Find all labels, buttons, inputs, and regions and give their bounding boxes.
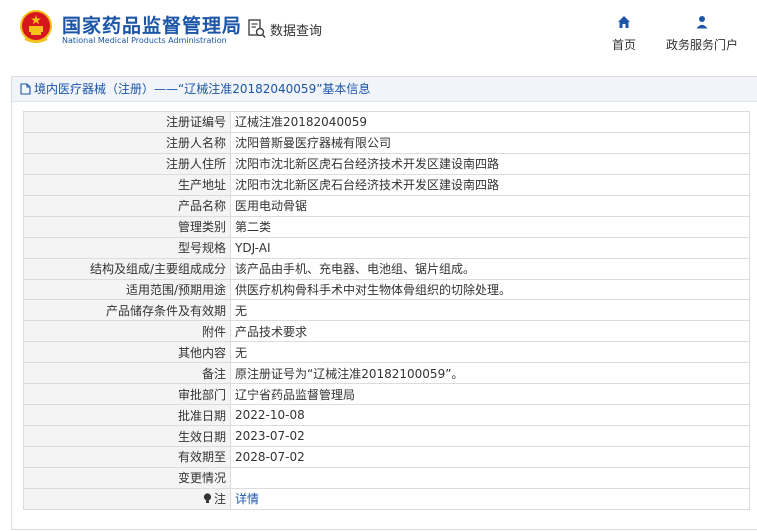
table-row: 生产地址 沈阳市沈北新区虎石台经济技术开发区建设南四路 [23,173,750,196]
site-title: 国家药品监督管理局 [62,15,243,37]
row-value: 辽械注准20182040059 [230,111,750,133]
row-value: YDJ-AⅠ [230,236,750,259]
row-label: 附件 [23,320,231,343]
row-label: 其他内容 [23,341,231,364]
row-label: 审批部门 [23,383,231,406]
table-row: 批准日期 2022-10-08 [23,404,750,427]
row-value: 2028-07-02 [230,446,750,468]
row-label: 批准日期 [23,404,231,427]
row-value: 沈阳市沈北新区虎石台经济技术开发区建设南四路 [230,173,750,196]
home-icon [618,16,630,28]
site-subtitle: National Medical Products Administration [62,36,227,45]
document-search-icon [248,19,266,39]
data-query-link[interactable]: 数据查询 [248,19,322,39]
nav-home[interactable]: 首页 [606,14,642,53]
nav-home-label: 首页 [611,38,636,52]
nav-service-label: 政务服务门户 [665,38,738,52]
row-label: 注册证编号 [23,111,231,133]
table-row: 产品储存条件及有效期无 [23,299,750,322]
table-row: 注册人名称 沈阳普斯曼医疗器械有限公司 [23,131,750,154]
table-row: 审批部门 辽宁省药品监督管理局 [23,383,750,406]
table-row: 生效日期 2023-07-02 [23,425,750,447]
row-label: 适用范围/预期用途 [23,278,231,301]
site-header: 国家药品监督管理局 National Medical Products Admi… [0,0,757,66]
row-label: 结构及组成/主要组成成分 [23,257,231,280]
panel-title-text: 境内医疗器械（注册）——“辽械注准20182040059”基本信息 [34,82,371,96]
row-value: 该产品由手机、充电器、电池组、锯片组成。 [230,257,750,280]
detail-panel: 境内医疗器械（注册）——“辽械注准20182040059”基本信息 注册证编号辽… [11,76,757,530]
info-table: 注册证编号 辽械注准20182040059 注册人名称 沈阳普斯曼医疗器械有限公司 注册… [23,111,750,510]
row-label: 生效日期 [23,425,231,447]
nav-service-portal[interactable]: 政务服务门户 [660,14,744,53]
row-label: 型号规格 [23,236,231,259]
row-value: 产品技术要求 [230,320,750,343]
national-emblem-icon [20,10,52,43]
row-value: 无 [230,299,750,322]
row-label: 产品名称 [23,194,231,217]
row-value: 原注册证号为“辽械注准20182100059”。 [230,362,750,385]
row-value: 无 [230,341,750,364]
table-row: 注册证编号 辽械注准20182040059 [23,111,750,133]
row-value [230,466,750,489]
table-row: 有效期至 2028-07-02 [23,446,750,468]
table-row: 变更情况 [23,466,750,489]
table-row: 产品名称 医用电动骨锯 [23,194,750,217]
row-value: 沈阳普斯曼医疗器械有限公司 [230,131,750,154]
row-value: 供医疗机构骨科手术中对生物体骨组织的切除处理。 [230,278,750,301]
row-label: 管理类别 [23,215,231,238]
row-value: 2022-10-08 [230,404,750,427]
note-value-cell: 详情 [230,487,750,510]
note-label: 注 [213,492,226,507]
user-icon [696,16,708,29]
row-value: 医用电动骨锯 [230,194,750,217]
note-label-cell: 注 [23,487,231,510]
row-label: 注册人名称 [23,131,231,154]
table-row: 结构及组成/主要组成成分 该产品由手机、充电器、电池组、锯片组成。 [23,257,750,280]
table-row: 其他内容无 [23,341,750,364]
table-row: 附件 产品技术要求 [23,320,750,343]
row-label: 备注 [23,362,231,385]
lightbulb-icon [203,493,212,504]
panel-title: 境内医疗器械（注册）——“辽械注准20182040059”基本信息 [12,77,757,102]
row-label: 注册人住所 [23,152,231,175]
table-row: 备注 原注册证号为“辽械注准20182100059”。 [23,362,750,385]
row-value: 第二类 [230,215,750,238]
table-row: 管理类别 第二类 [23,215,750,238]
table-row: 注册人住所 沈阳市沈北新区虎石台经济技术开发区建设南四路 [23,152,750,175]
row-value: 2023-07-02 [230,425,750,447]
row-label: 产品储存条件及有效期 [23,299,231,322]
data-query-label: 数据查询 [270,23,323,39]
table-row: 型号规格 YDJ-AⅠ [23,236,750,259]
note-row: 注详情 [23,487,750,510]
row-label: 变更情况 [23,466,231,489]
row-label: 有效期至 [23,446,231,468]
document-icon [20,83,31,95]
row-value: 沈阳市沈北新区虎石台经济技术开发区建设南四路 [230,152,750,175]
row-label: 生产地址 [23,173,231,196]
table-row: 适用范围/预期用途 供医疗机构骨科手术中对生物体骨组织的切除处理。 [23,278,750,301]
detail-link[interactable]: 详情 [235,492,259,506]
row-value: 辽宁省药品监督管理局 [230,383,750,406]
